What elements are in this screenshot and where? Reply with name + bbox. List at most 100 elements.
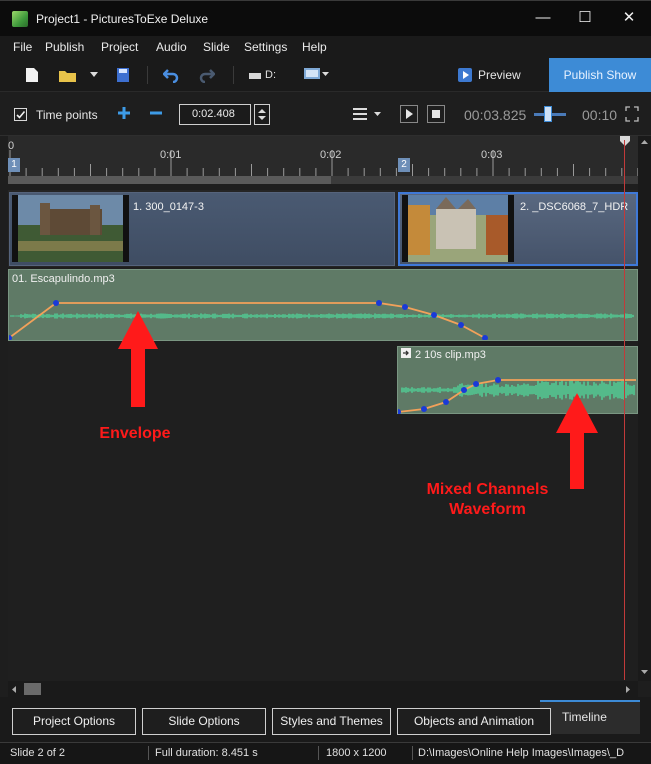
slide-marker-2[interactable]: 2 <box>398 158 410 172</box>
open-folder-icon[interactable] <box>58 67 78 83</box>
waveform-annotation: Mixed Channels Waveform <box>426 481 549 518</box>
menu-publish[interactable]: Publish <box>45 40 84 54</box>
add-time-point-icon[interactable] <box>116 105 132 121</box>
time-points-label: Time points <box>36 108 98 122</box>
horizontal-scrollbar[interactable] <box>8 681 638 697</box>
menu-lines-icon[interactable] <box>353 108 367 120</box>
audio-track-label: 01. Escapulindo.mp3 <box>12 273 115 285</box>
styles-and-themes-button[interactable]: Styles and Themes <box>272 708 391 735</box>
slide-clip-label: 1. 300_0147-3 <box>133 201 204 213</box>
zoom-readout: 00:10 <box>582 107 618 123</box>
envelope-node <box>458 322 464 328</box>
position-readout: 00:03.825 <box>464 107 527 123</box>
preview-button[interactable]: Preview <box>452 62 547 88</box>
zoom-slider-handle[interactable] <box>544 106 552 122</box>
objects-and-animation-button[interactable]: Objects and Animation <box>397 708 551 735</box>
ruler-label: 0:03 <box>481 149 503 161</box>
undo-icon[interactable] <box>163 67 179 83</box>
redo-icon[interactable] <box>199 67 215 83</box>
menu-slide[interactable]: Slide <box>203 40 230 54</box>
slide-duration-bar <box>331 176 638 184</box>
checkmark-icon <box>16 110 26 119</box>
chevron-down-icon[interactable] <box>374 112 381 117</box>
slide-thumbnail <box>402 195 514 262</box>
fullscreen-icon[interactable] <box>625 106 639 122</box>
envelope-node <box>398 409 401 414</box>
envelope-node <box>376 300 382 306</box>
ruler-label: 0:01 <box>160 149 182 161</box>
preview-icon <box>458 68 472 82</box>
audio-track-label: 2 10s clip.mp3 <box>415 349 486 361</box>
slide-options-button[interactable]: Slide Options <box>142 708 266 735</box>
status-resolution: 1800 x 1200 <box>326 747 387 759</box>
envelope-node <box>473 381 479 387</box>
close-button[interactable]: ✕ <box>614 7 644 29</box>
time-spinner[interactable] <box>254 104 270 125</box>
app-logo-icon <box>12 11 28 27</box>
status-divider <box>148 746 149 760</box>
status-duration: Full duration: 8.451 s <box>155 747 258 759</box>
arrow-up-icon <box>118 311 158 407</box>
envelope-node <box>431 312 437 318</box>
envelope-node <box>402 304 408 310</box>
window-title: Project1 - PicturesToExe Deluxe <box>36 12 209 26</box>
envelope-node <box>53 300 59 306</box>
slide-duration-bar <box>8 176 331 184</box>
ruler-label: 0:02 <box>320 149 342 161</box>
tab-timeline[interactable]: Timeline <box>540 700 640 734</box>
screen-icon[interactable] <box>303 67 321 81</box>
scroll-left-icon[interactable] <box>12 686 17 693</box>
preview-label: Preview <box>478 68 521 82</box>
vertical-scrollbar[interactable] <box>638 136 651 681</box>
status-divider <box>318 746 319 760</box>
envelope-node <box>495 377 501 383</box>
main-toolbar: D: Preview Publish Show <box>0 58 651 92</box>
save-icon[interactable] <box>116 67 130 83</box>
publish-show-button[interactable]: Publish Show <box>549 58 651 92</box>
arrow-up-icon <box>556 393 598 489</box>
status-divider <box>412 746 413 760</box>
menu-help[interactable]: Help <box>302 40 327 54</box>
audio-link-icon <box>401 348 411 358</box>
maximize-button[interactable]: ☐ <box>570 7 600 29</box>
ruler-label: 0 <box>8 140 15 152</box>
play-icon[interactable] <box>400 105 418 123</box>
stop-icon[interactable] <box>427 105 445 123</box>
envelope-node <box>482 335 488 340</box>
title-bar: Project1 - PicturesToExe Deluxe — ☐ ✕ <box>0 0 651 36</box>
toolbar-divider <box>233 66 234 84</box>
drive-label[interactable]: D: <box>265 69 276 81</box>
drive-icon[interactable] <box>249 72 261 80</box>
time-points-checkbox[interactable] <box>14 108 27 121</box>
menu-project[interactable]: Project <box>101 40 138 54</box>
scroll-up-icon[interactable] <box>641 140 648 145</box>
menu-settings[interactable]: Settings <box>244 40 287 54</box>
chevron-down-icon[interactable] <box>90 72 98 78</box>
project-options-button[interactable]: Project Options <box>12 708 136 735</box>
remove-time-point-icon[interactable] <box>148 105 164 121</box>
minimize-button[interactable]: — <box>528 7 558 29</box>
audio-track-1-waveform <box>9 300 634 340</box>
slide-thumbnail <box>12 195 129 262</box>
envelope-line <box>9 302 486 339</box>
envelope-node <box>443 399 449 405</box>
menu-audio[interactable]: Audio <box>156 40 187 54</box>
menu-bar: File Publish Project Audio Slide Setting… <box>0 36 651 58</box>
spinner-arrows-icon <box>258 109 266 120</box>
new-file-icon[interactable] <box>25 67 39 83</box>
envelope-node <box>461 387 467 393</box>
status-slide: Slide 2 of 2 <box>10 747 66 759</box>
playhead-line[interactable] <box>624 140 625 680</box>
scroll-right-icon[interactable] <box>626 686 631 693</box>
chevron-down-icon[interactable] <box>322 72 329 77</box>
slide-marker-1[interactable]: 1 <box>8 158 20 172</box>
playhead-handle-icon[interactable] <box>619 135 631 147</box>
toolbar-divider <box>147 66 148 84</box>
scroll-down-icon[interactable] <box>641 670 648 675</box>
menu-file[interactable]: File <box>13 40 32 54</box>
scrollbar-thumb[interactable] <box>24 683 41 695</box>
envelope-annotation: Envelope <box>99 425 171 442</box>
slide-clip-label: 2. _DSC6068_7_HDR <box>520 201 629 213</box>
audio-track-2-waveform <box>398 377 636 414</box>
time-point-input[interactable]: 0:02.408 <box>179 104 251 125</box>
